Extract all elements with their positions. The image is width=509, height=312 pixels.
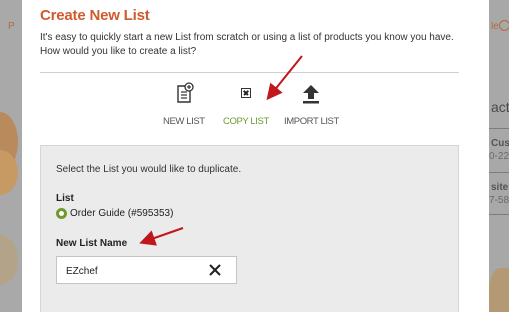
copy-list-option[interactable]: COPY LIST [223, 82, 269, 127]
broken-image-icon [240, 88, 251, 98]
copy-list-label: COPY LIST [223, 116, 269, 127]
background-right-link-fragment: le [491, 21, 499, 32]
new-list-option[interactable]: NEW LIST [163, 82, 205, 127]
background-left-fragment: P [8, 21, 15, 32]
background-text: site [491, 182, 509, 193]
background-right-heading: act [491, 99, 509, 115]
new-list-name-field[interactable] [56, 256, 237, 284]
new-list-icon [177, 82, 194, 103]
list-radio-label: Order Guide (#595353) [70, 208, 174, 219]
import-list-label: IMPORT LIST [284, 116, 339, 127]
background-food-image [489, 268, 509, 312]
list-radio-option[interactable]: Order Guide (#595353) [56, 208, 173, 219]
background-left-strip: P [0, 0, 22, 312]
copy-list-prompt: Select the List you would like to duplic… [56, 164, 242, 175]
radio-selected-icon[interactable] [56, 208, 67, 219]
background-divider [489, 214, 509, 215]
background-food-image [0, 235, 18, 285]
divider [40, 72, 459, 73]
dialog-title: Create New List [40, 7, 150, 24]
copy-list-icon-slot [235, 82, 257, 104]
new-list-name-label: New List Name [56, 238, 128, 249]
create-new-list-dialog: Create New List It's easy to quickly sta… [22, 0, 489, 312]
close-icon[interactable] [208, 263, 222, 277]
background-divider [489, 128, 509, 129]
import-list-option[interactable]: IMPORT LIST [284, 82, 339, 127]
background-text: 7-58 [489, 195, 509, 206]
list-field-label: List [56, 193, 74, 204]
background-divider [489, 172, 509, 173]
background-text: Cus [491, 138, 509, 149]
new-list-name-input[interactable] [66, 264, 206, 278]
background-chevron-circle-icon [499, 20, 509, 31]
new-list-label: NEW LIST [163, 116, 205, 127]
copy-list-panel: Select the List you would like to duplic… [40, 145, 459, 312]
dialog-intro-text: It's easy to quickly start a new List fr… [40, 32, 454, 57]
upload-icon [303, 85, 320, 104]
background-text: 0-22 [489, 151, 509, 162]
